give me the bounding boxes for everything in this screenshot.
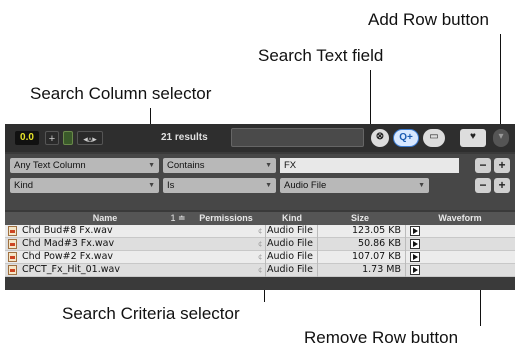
search-column-value: Any Text Column bbox=[14, 160, 86, 171]
file-kind: Audio File bbox=[267, 225, 313, 236]
chevron-down-icon: ▼ bbox=[265, 162, 272, 169]
search-text-callout: Search Text field bbox=[258, 46, 384, 65]
chevron-down-icon: ▼ bbox=[148, 162, 155, 169]
column-header-permissions[interactable]: Permissions bbox=[191, 212, 261, 225]
divider bbox=[265, 251, 266, 264]
divider bbox=[317, 264, 318, 277]
browser-toolbar: 0.0 + ◂▵▸ 21 results ⊗ Q+ ▭ ♥ ▾ bbox=[5, 124, 515, 152]
table-row[interactable]: Chd Pow#2 Fx.wav ¢ Audio File 107.07 KB bbox=[5, 251, 515, 264]
search-criteria-callout: Search Criteria selector bbox=[62, 304, 240, 323]
file-audio-icon bbox=[8, 252, 17, 262]
file-audio-icon bbox=[8, 226, 17, 236]
column-header-waveform[interactable]: Waveform bbox=[425, 212, 495, 225]
divider bbox=[265, 225, 266, 238]
play-icon[interactable] bbox=[410, 265, 420, 275]
sort-index: 1 bbox=[170, 213, 176, 223]
search-column-selector[interactable]: Any Text Column ▼ bbox=[10, 158, 159, 173]
remove-row-button-2[interactable]: − bbox=[475, 178, 491, 193]
file-size: 123.05 KB bbox=[351, 225, 401, 236]
file-size: 50.86 KB bbox=[358, 238, 401, 249]
search-column-value: Kind bbox=[14, 180, 34, 191]
file-kind: Audio File bbox=[267, 251, 313, 262]
divider bbox=[317, 251, 318, 264]
heart-icon[interactable]: ♥ bbox=[460, 129, 486, 147]
permissions-marker: ¢ bbox=[258, 253, 263, 261]
file-name: Chd Bud#8 Fx.wav bbox=[22, 225, 113, 236]
column-header-size[interactable]: Size bbox=[335, 212, 385, 225]
file-name: CPCT_Fx_Hit_01.wav bbox=[22, 264, 120, 275]
play-icon[interactable] bbox=[410, 252, 420, 262]
file-name: Chd Pow#2 Fx.wav bbox=[22, 251, 114, 262]
table-row[interactable]: Chd Bud#8 Fx.wav ¢ Audio File 123.05 KB bbox=[5, 225, 515, 238]
file-name: Chd Mad#3 Fx.wav bbox=[22, 238, 115, 249]
column-header-sort[interactable]: 1 ≐ bbox=[167, 212, 189, 225]
column-header-name[interactable]: Name bbox=[45, 212, 165, 225]
table-row[interactable]: Chd Mad#3 Fx.wav ¢ Audio File 50.86 KB bbox=[5, 238, 515, 251]
divider bbox=[317, 238, 318, 251]
divider bbox=[405, 225, 406, 238]
divider bbox=[405, 251, 406, 264]
divider bbox=[405, 264, 406, 277]
add-row-button-2[interactable]: + bbox=[494, 178, 510, 193]
divider bbox=[317, 225, 318, 238]
file-audio-icon bbox=[8, 239, 17, 249]
file-size: 107.07 KB bbox=[351, 251, 401, 262]
results-count: 21 results bbox=[161, 132, 208, 143]
search-input[interactable] bbox=[231, 128, 364, 147]
search-add-icon[interactable]: Q+ bbox=[393, 129, 419, 147]
workspace-browser-panel: 0.0 + ◂▵▸ 21 results ⊗ Q+ ▭ ♥ ▾ Any Text… bbox=[5, 124, 515, 290]
search-value: Audio File bbox=[284, 180, 327, 191]
search-criteria-value: Is bbox=[167, 180, 175, 191]
play-icon[interactable] bbox=[410, 226, 420, 236]
table-header: Name 1 ≐ Permissions Kind Size Waveform bbox=[5, 212, 515, 225]
play-icon[interactable] bbox=[410, 239, 420, 249]
search-criteria-selector-2[interactable]: Is ▼ bbox=[163, 178, 276, 193]
column-icon[interactable] bbox=[63, 131, 73, 145]
toggle-icon[interactable]: ▭ bbox=[423, 129, 445, 147]
counter-display: 0.0 bbox=[15, 131, 39, 145]
search-criteria-selector[interactable]: Contains ▼ bbox=[163, 158, 276, 173]
search-criteria-value: Contains bbox=[167, 160, 205, 171]
remove-row-callout: Remove Row button bbox=[304, 328, 459, 347]
search-text-field[interactable]: FX bbox=[280, 158, 459, 173]
remove-row-button[interactable]: − bbox=[475, 158, 491, 173]
permissions-marker: ¢ bbox=[258, 227, 263, 235]
search-value-selector[interactable]: Audio File ▼ bbox=[280, 178, 429, 193]
file-kind: Audio File bbox=[267, 238, 313, 249]
search-criteria-area: Any Text Column ▼ Contains ▼ FX − + Kind… bbox=[5, 154, 515, 210]
chevron-down-icon: ▼ bbox=[148, 182, 155, 189]
sort-icon: ≐ bbox=[177, 213, 186, 223]
divider bbox=[265, 238, 266, 251]
clear-icon[interactable]: ⊗ bbox=[371, 129, 389, 147]
chevron-down-icon: ▼ bbox=[265, 182, 272, 189]
add-row-callout: Add Row button bbox=[368, 10, 489, 29]
file-audio-icon bbox=[8, 265, 17, 275]
dropdown-icon[interactable]: ▾ bbox=[493, 129, 509, 147]
file-kind: Audio File bbox=[267, 264, 313, 275]
permissions-marker: ¢ bbox=[258, 266, 263, 274]
chevron-down-icon: ▼ bbox=[418, 182, 425, 189]
search-column-selector-2[interactable]: Kind ▼ bbox=[10, 178, 159, 193]
permissions-marker: ¢ bbox=[258, 240, 263, 248]
add-icon[interactable]: + bbox=[45, 131, 59, 145]
divider bbox=[405, 238, 406, 251]
add-row-button[interactable]: + bbox=[494, 158, 510, 173]
search-column-callout: Search Column selector bbox=[30, 84, 212, 103]
column-header-kind[interactable]: Kind bbox=[267, 212, 317, 225]
file-size: 1.73 MB bbox=[362, 264, 401, 275]
divider bbox=[265, 264, 266, 277]
nudge-icon[interactable]: ◂▵▸ bbox=[77, 131, 103, 145]
table-row[interactable]: CPCT_Fx_Hit_01.wav ¢ Audio File 1.73 MB bbox=[5, 264, 515, 277]
